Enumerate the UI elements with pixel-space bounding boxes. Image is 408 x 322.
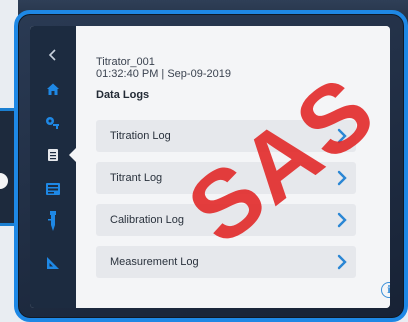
timestamp: 01:32:40 PM | Sep-09-2019 [96,68,231,80]
display-icon [46,183,60,195]
calibration-log-label: Calibration Log [110,214,184,226]
titrant-log-label: Titrant Log [110,172,163,184]
info-icon: i [387,284,390,296]
measurement-log-label: Measurement Log [110,256,199,268]
calibration-log-button[interactable]: Calibration Log [96,204,356,236]
device-name: Titrator_001 [96,56,155,68]
tablet-screen: Titrator_001 01:32:40 PM | Sep-09-2019 D… [30,26,390,308]
page-title: Data Logs [96,89,150,101]
back-button[interactable] [30,40,76,70]
sidebar-item-calibration[interactable] [30,248,76,278]
sidebar-item-display[interactable] [30,174,76,204]
tablet-frame: Titrator_001 01:32:40 PM | Sep-09-2019 D… [14,10,408,322]
electrode-icon [48,211,56,231]
ruler-triangle-icon [47,257,59,269]
sidebar-item-home[interactable] [30,74,76,104]
content-panel: Titrator_001 01:32:40 PM | Sep-09-2019 D… [76,26,390,308]
chevron-right-icon [336,128,348,144]
home-icon [47,83,59,95]
sidebar-item-settings[interactable] [30,108,76,138]
titration-log-button[interactable]: Titration Log [96,120,356,152]
titrant-log-button[interactable]: Titrant Log [96,162,356,194]
settings-key-icon [46,117,59,129]
back-arrow-icon [48,49,56,61]
measurement-log-button[interactable]: Measurement Log [96,246,356,278]
sidebar-item-data-logs[interactable] [30,140,77,170]
sidebar-item-electrode[interactable] [30,206,76,236]
titration-log-label: Titration Log [110,130,171,142]
chevron-right-icon [336,170,348,186]
chevron-right-icon [336,212,348,228]
sidebar [30,26,77,308]
data-logs-icon [48,149,58,161]
chevron-right-icon [336,254,348,270]
info-button[interactable]: i [381,282,390,298]
background-device-screen-edge [0,173,8,189]
